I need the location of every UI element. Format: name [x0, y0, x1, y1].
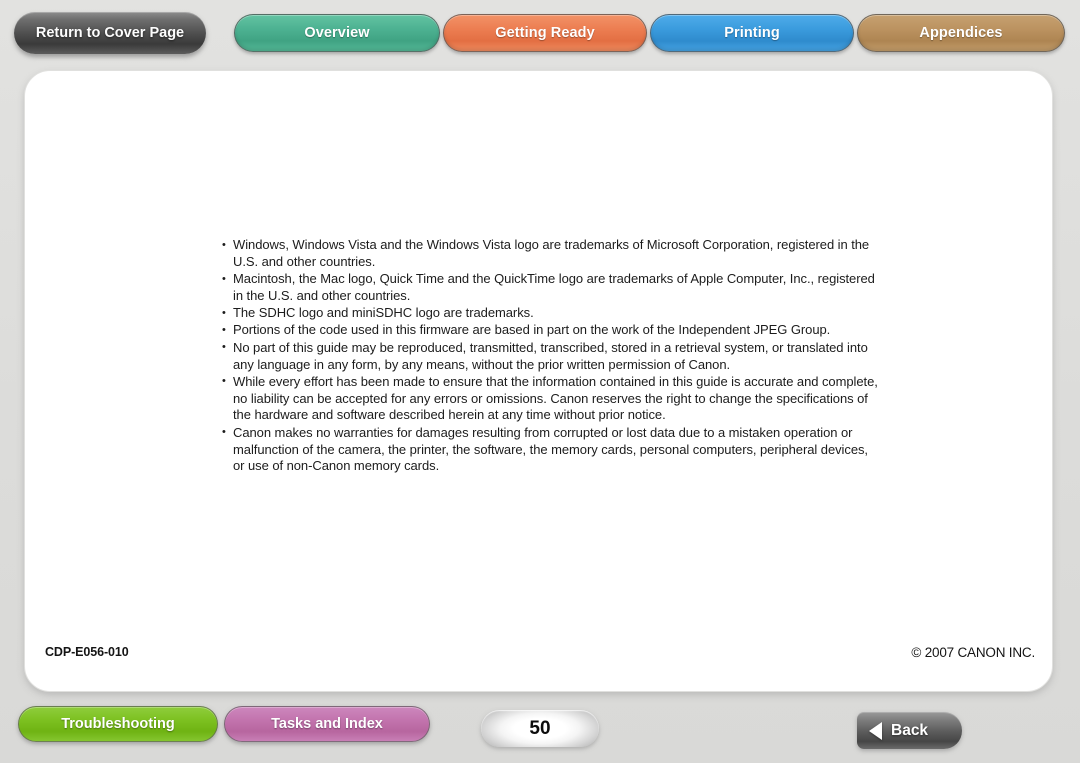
tab-getting-ready[interactable]: Getting Ready	[443, 14, 647, 52]
page-number-indicator: 50	[481, 710, 599, 747]
legal-notice-block: Windows, Windows Vista and the Windows V…	[222, 237, 882, 476]
document-code: CDP-E056-010	[45, 645, 129, 659]
content-panel: Windows, Windows Vista and the Windows V…	[24, 70, 1053, 692]
notice-item: Windows, Windows Vista and the Windows V…	[222, 237, 882, 271]
back-button-label: Back	[891, 721, 929, 739]
tab-appendices[interactable]: Appendices	[857, 14, 1065, 52]
tab-printing[interactable]: Printing	[650, 14, 854, 52]
notice-item: Macintosh, the Mac logo, Quick Time and …	[222, 271, 882, 305]
notice-item: The SDHC logo and miniSDHC logo are trad…	[222, 305, 882, 322]
tab-overview[interactable]: Overview	[234, 14, 440, 52]
troubleshooting-button[interactable]: Troubleshooting	[18, 706, 218, 742]
notice-item: Canon makes no warranties for damages re…	[222, 424, 882, 475]
top-navigation-bar: Return to Cover Page Overview Getting Re…	[0, 0, 1080, 58]
left-triangle-icon	[869, 721, 882, 740]
notice-item: No part of this guide may be reproduced,…	[222, 339, 882, 374]
copyright-notice: © 2007 CANON INC.	[911, 645, 1035, 660]
notice-item: Portions of the code used in this firmwa…	[222, 322, 882, 339]
tasks-and-index-button[interactable]: Tasks and Index	[224, 706, 430, 742]
back-button[interactable]: Back	[857, 712, 962, 749]
notice-list: Windows, Windows Vista and the Windows V…	[222, 237, 882, 475]
return-to-cover-page-button[interactable]: Return to Cover Page	[14, 12, 206, 54]
notice-item: While every effort has been made to ensu…	[222, 373, 882, 424]
panel-footer: CDP-E056-010 © 2007 CANON INC.	[25, 645, 1052, 663]
